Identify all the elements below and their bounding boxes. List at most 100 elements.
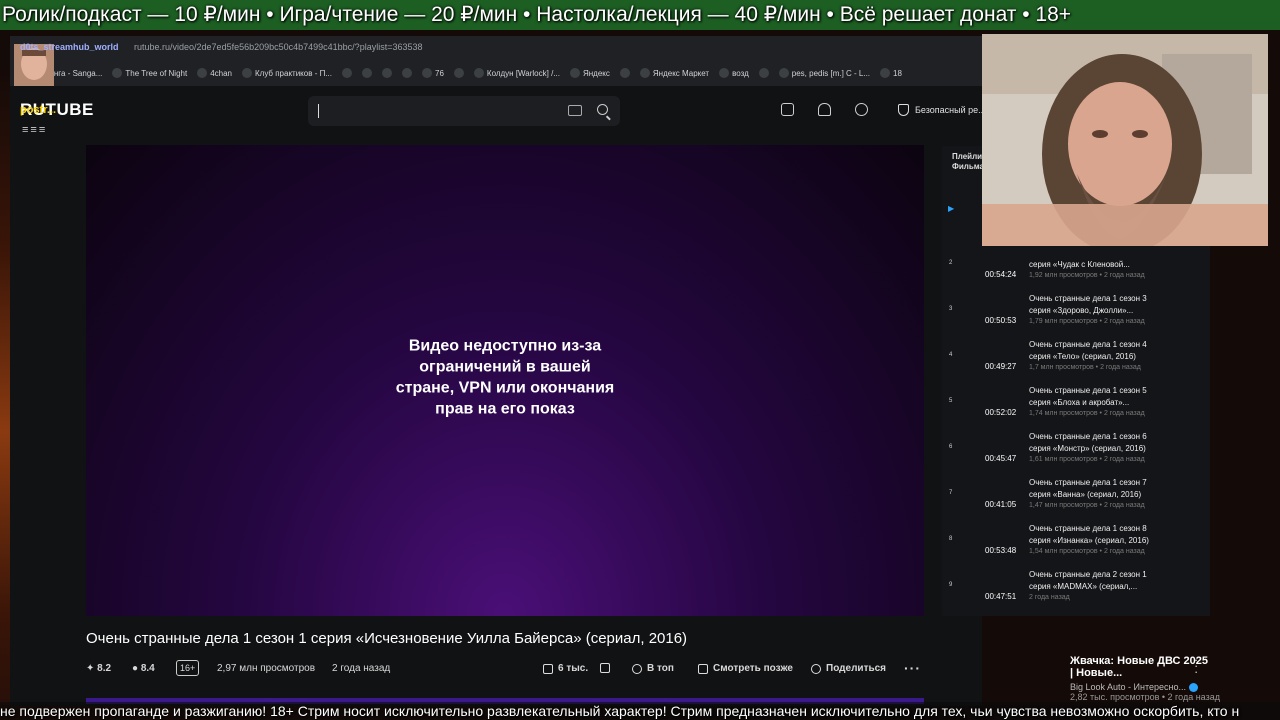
disclaimer-ticker: не подвержен пропаганде и разжиганию! 18… — [0, 702, 1280, 720]
playlist-item-meta: 1,74 млн просмотров • 2 года назад — [1029, 410, 1145, 417]
playlist-item-duration: 00:53:48 — [985, 546, 1017, 555]
playlist-item-number: 2 — [949, 260, 953, 266]
bookmark-item[interactable] — [382, 68, 392, 78]
playlist-item-meta: 2 года назад — [1029, 594, 1070, 601]
playlist-item[interactable]: 6 00:45:47 Очень странные дела 1 сезон 6 се… — [942, 430, 1210, 476]
bookmark-item[interactable] — [342, 68, 352, 78]
playlist-item-meta: 1,54 млн просмотров • 2 года назад — [1029, 548, 1145, 555]
bookmark-label: Яндекс — [582, 68, 610, 78]
video-player[interactable]: Видео недоступно из-за ограничений в ваш… — [86, 145, 924, 616]
views-count: 2,97 млн просмотров — [217, 663, 316, 674]
bell-icon[interactable] — [818, 103, 831, 116]
playlist-item-meta: 1,7 млн просмотров • 2 года назад — [1029, 364, 1141, 371]
bookmark-label: The Tree of Night — [125, 68, 188, 78]
playlist-item-number: 9 — [949, 582, 953, 588]
bookmark-icon — [698, 663, 708, 674]
thumb-up-icon — [543, 663, 553, 674]
playlist-item[interactable]: 7 00:41:05 Очень странные дела 1 сезон 7 се… — [942, 476, 1210, 522]
bookmark-item[interactable]: 4chan — [197, 68, 232, 78]
share-button[interactable]: Поделиться — [811, 663, 886, 674]
reco-meta: 2,82 тыс. просмотров • 2 года назад — [1070, 692, 1220, 703]
bookmark-item[interactable]: Яндекс Маркет — [639, 68, 710, 78]
bookmark-item[interactable]: 76 — [422, 68, 444, 78]
bookmark-item[interactable] — [619, 68, 630, 78]
playlist-item-number: 3 — [949, 306, 953, 312]
playlist-item-title-cont: серия «Блоха и акробат»... — [1029, 398, 1130, 407]
playlist-item-title-cont: серия «Здорово, Джолли»... — [1029, 306, 1134, 315]
bookmark-item[interactable]: Колдун [Warlock] /... — [473, 68, 560, 78]
playlist-item[interactable]: 5 00:52:02 Очень странные дела 1 сезон 5 се… — [942, 384, 1210, 430]
playlist-item-number: 5 — [949, 398, 953, 404]
bookmark-icon — [473, 68, 484, 78]
video-meta-row: ✦ 8.2 ● 8.4 16+ 2,97 млн просмотров 2 го… — [86, 660, 926, 678]
webcam-feed — [982, 34, 1268, 246]
url-field[interactable]: rutube.ru/video/2de7ed5fe56b209bc50c4b74… — [134, 42, 423, 52]
bookmark-item[interactable] — [453, 68, 464, 78]
bookmark-label: pes, pedis [m.] C - L... — [791, 68, 871, 78]
clover-icon — [197, 68, 208, 78]
rutube-page: RUTUBE ≡≡≡ Безопасный ре... Видео недост… — [10, 86, 986, 706]
bookmark-item[interactable]: Яндекс — [569, 68, 610, 78]
theme-icon[interactable] — [855, 103, 868, 116]
bookmarks-bar: Паньчанга - Sanga... The Tree of Night 4ch… — [10, 60, 982, 86]
watch-later-button[interactable]: Смотреть позже — [698, 663, 793, 674]
bookmark-item[interactable] — [402, 68, 412, 78]
top-button[interactable]: В топ — [632, 663, 674, 674]
playlist-item[interactable]: 9 00:47:51 Очень странные дела 2 сезон 1 се… — [942, 568, 1210, 614]
search-icon[interactable] — [597, 104, 608, 115]
age-badge: 16+ — [176, 660, 200, 676]
reco-more-icon[interactable]: · · · — [1194, 653, 1198, 678]
globe-icon — [112, 68, 123, 78]
safe-mode-toggle[interactable]: Безопасный ре... — [898, 104, 986, 116]
bookmark-label: Клуб практиков - П... — [255, 68, 332, 78]
playlist-item-duration: 00:49:27 — [985, 362, 1017, 371]
bookmark-item[interactable]: возд — [719, 68, 749, 78]
playlist-item-title-cont: серия «Тело» (сериал, 2016) — [1029, 352, 1136, 361]
bookmark-item[interactable] — [758, 68, 769, 78]
playlist-item-title: Очень странные дела 1 сезон 8 — [1029, 524, 1147, 533]
bookmark-label: 4chan — [210, 68, 232, 78]
search-input[interactable] — [308, 96, 620, 126]
playlist-item-duration: 00:54:24 — [985, 270, 1017, 279]
playlist-item-meta: 1,47 млн просмотров • 2 года назад — [1029, 502, 1145, 509]
more-icon[interactable]: ··· — [904, 661, 921, 675]
bookmark-item[interactable]: The Tree of Night — [112, 68, 187, 78]
playlist-item-number: 7 — [949, 490, 953, 496]
bookmark-icon — [242, 68, 252, 78]
playlist-item[interactable]: 2 00:54:24 серия «Чудак с Кленовой... 1,92 … — [942, 246, 1210, 292]
playlist-item[interactable]: 8 00:53:48 Очень странные дела 1 сезон 8 се… — [942, 522, 1210, 568]
playlist-item-duration: 00:47:51 — [985, 592, 1017, 601]
bookmark-item[interactable]: pes, pedis [m.] C - L... — [778, 68, 871, 78]
playlist-item-title: Очень странные дела 2 сезон 1 — [1029, 570, 1147, 579]
globe-icon — [569, 68, 580, 78]
dislike-button[interactable] — [600, 663, 610, 673]
shield-icon — [898, 104, 909, 116]
rocket-icon — [632, 663, 642, 674]
stream-watermark: d0ts_streamhub_world — [20, 42, 119, 52]
bookmark-item[interactable]: Клуб практиков - П... — [242, 68, 332, 78]
streamer-tag: postr... — [20, 104, 57, 116]
playlist-item-title: Очень странные дела 1 сезон 5 — [1029, 386, 1147, 395]
playlist-item[interactable]: 4 00:49:27 Очень странные дела 1 сезон 4 се… — [942, 338, 1210, 384]
bookmark-item[interactable] — [362, 68, 372, 78]
globe-icon — [619, 68, 630, 78]
hamburger-icon[interactable]: ≡≡≡ — [22, 124, 47, 136]
playlist-item-title-cont: серия «Монстр» (сериал, 2016) — [1029, 444, 1146, 453]
globe-icon — [362, 68, 372, 78]
bookmark-item[interactable]: 18 — [880, 68, 902, 78]
playlist-item[interactable]: 3 00:50:53 Очень странные дела 1 сезон 3 се… — [942, 292, 1210, 338]
recommended-video[interactable]: Жвачка: Новые ДВС 2025 | Новые... Big Lo… — [1070, 655, 1220, 703]
playlist-item-duration: 00:50:53 — [985, 316, 1017, 325]
browser-address-bar[interactable]: rutube.ru/video/2de7ed5fe56b209bc50c4b74… — [10, 36, 982, 60]
keyboard-icon[interactable] — [568, 105, 582, 116]
publish-date: 2 года назад — [332, 663, 391, 674]
bookmark-label: Яндекс Маркет — [652, 68, 710, 78]
stream-stage: Ролик/подкаст — 10 ₽/мин • Игра/чтение —… — [0, 0, 1280, 720]
globe-icon — [342, 68, 352, 78]
playlist-item-duration: 00:45:47 — [985, 454, 1017, 463]
like-button[interactable]: 6 тыс. — [543, 663, 588, 674]
bookmark-label: Колдун [Warlock] /... — [486, 68, 560, 78]
upload-icon[interactable] — [781, 103, 794, 116]
now-playing-icon: ▶ — [948, 204, 955, 213]
playlist-item-title: Очень странные дела 1 сезон 7 — [1029, 478, 1147, 487]
